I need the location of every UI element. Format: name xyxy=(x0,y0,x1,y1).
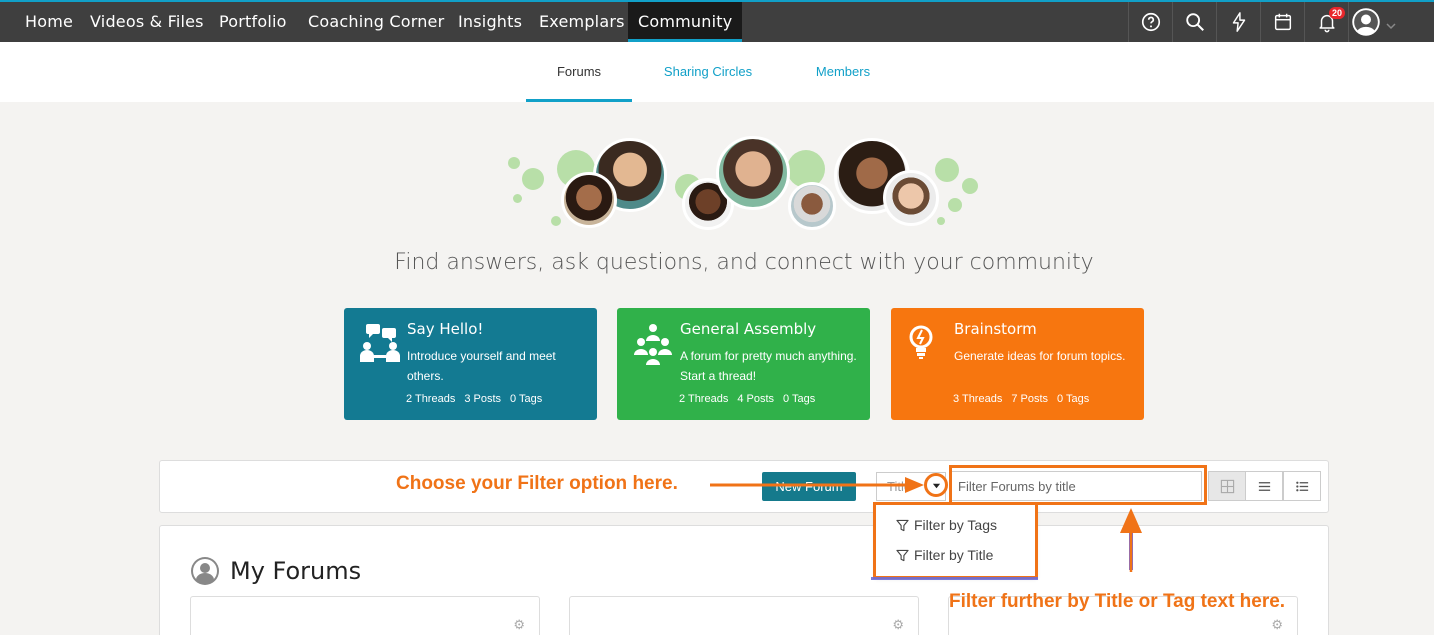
sub-navbar: Forums Sharing Circles Members xyxy=(0,42,1434,102)
threads-count: 3 Threads xyxy=(953,393,1003,405)
forum-card-brainstorm[interactable]: Brainstorm Generate ideas for forum topi… xyxy=(891,308,1144,420)
annotation-filter-option: Choose your Filter option here. xyxy=(396,473,678,494)
new-forum-button[interactable]: New Forum xyxy=(762,472,856,501)
caret-down-icon xyxy=(932,483,940,488)
group-icon xyxy=(634,324,672,365)
card-title: Say Hello! xyxy=(407,320,484,338)
calendar-icon xyxy=(1274,13,1291,31)
notification-badge: 20 xyxy=(1329,7,1346,19)
card-stats: 2 Threads 3 Posts 0 Tags xyxy=(406,393,551,405)
filter-selected-value: Title xyxy=(887,479,912,494)
grid-view-button[interactable] xyxy=(1208,471,1246,501)
posts-count: 7 Posts xyxy=(1011,393,1049,405)
activity-button[interactable] xyxy=(1216,2,1260,42)
card-description: Introduce yourself and meet others. xyxy=(407,349,556,383)
gear-icon[interactable]: ⚙ xyxy=(1271,617,1283,633)
grid-icon xyxy=(1220,479,1234,493)
user-menu-button[interactable] xyxy=(1348,2,1408,42)
card-description: A forum for pretty much anything. Start … xyxy=(680,349,857,383)
avatar-icon xyxy=(1352,8,1380,36)
tags-count: 0 Tags xyxy=(510,393,543,405)
nav-videos-files[interactable]: Videos & Files xyxy=(90,2,204,42)
my-forums-heading: My Forums xyxy=(230,557,362,585)
lightning-icon xyxy=(1232,12,1245,32)
list-view-button[interactable] xyxy=(1245,471,1283,501)
tab-sharing-circles[interactable]: Sharing Circles xyxy=(650,42,766,102)
search-icon xyxy=(1185,13,1204,31)
member-photo xyxy=(788,182,836,230)
help-button[interactable] xyxy=(1128,2,1172,42)
notifications-button[interactable]: 20 xyxy=(1304,2,1348,42)
lightbulb-icon xyxy=(909,325,933,359)
threads-count: 2 Threads xyxy=(679,393,729,405)
nav-community[interactable]: Community xyxy=(628,2,743,42)
card-title: Brainstorm xyxy=(954,320,1037,338)
top-navbar: Home Videos & Files Portfolio Coaching C… xyxy=(0,0,1434,42)
member-photo xyxy=(716,136,790,210)
chat-people-icon xyxy=(360,324,400,362)
threads-count: 2 Threads xyxy=(406,393,456,405)
nav-home[interactable]: Home xyxy=(25,2,73,42)
forum-tile[interactable]: ⚙ xyxy=(190,596,540,635)
tab-members[interactable]: Members xyxy=(800,42,886,102)
tags-count: 0 Tags xyxy=(1057,393,1090,405)
tags-count: 0 Tags xyxy=(783,393,816,405)
card-stats: 3 Threads 7 Posts 0 Tags xyxy=(953,393,1098,405)
annotation-filter-text: Filter further by Title or Tag text here… xyxy=(949,591,1286,612)
nav-portfolio[interactable]: Portfolio xyxy=(219,2,287,42)
gear-icon[interactable]: ⚙ xyxy=(513,617,525,633)
filter-dropdown-toggle[interactable] xyxy=(924,473,948,497)
hero-tagline: Find answers, ask questions, and connect… xyxy=(394,250,1094,275)
calendar-button[interactable] xyxy=(1260,2,1304,42)
tab-forums[interactable]: Forums xyxy=(526,42,632,102)
card-title: General Assembly xyxy=(680,320,817,338)
posts-count: 3 Posts xyxy=(464,393,502,405)
list-icon xyxy=(1258,481,1270,491)
nav-insights[interactable]: Insights xyxy=(458,2,522,42)
filter-input-highlight xyxy=(949,465,1207,505)
forum-card-general-assembly[interactable]: General Assembly A forum for pretty much… xyxy=(617,308,870,420)
forum-tile[interactable]: ⚙ xyxy=(569,596,919,635)
nav-coaching-corner[interactable]: Coaching Corner xyxy=(308,2,444,42)
member-photo xyxy=(561,172,617,228)
forum-card-say-hello[interactable]: Say Hello! Introduce yourself and meet o… xyxy=(344,308,597,420)
highlight-shadow xyxy=(871,577,1038,580)
card-stats: 2 Threads 4 Posts 0 Tags xyxy=(679,393,824,405)
help-icon xyxy=(1141,12,1160,32)
dropdown-highlight xyxy=(873,502,1038,579)
gear-icon[interactable]: ⚙ xyxy=(892,617,904,633)
detail-list-view-button[interactable] xyxy=(1283,471,1321,501)
card-description: Generate ideas for forum topics. xyxy=(954,349,1126,363)
search-button[interactable] xyxy=(1172,2,1216,42)
chevron-down-icon xyxy=(1386,23,1396,30)
user-avatar-icon xyxy=(191,557,219,585)
member-photo xyxy=(883,170,939,226)
bullet-list-icon xyxy=(1295,481,1308,491)
nav-exemplars[interactable]: Exemplars xyxy=(539,2,625,42)
posts-count: 4 Posts xyxy=(737,393,775,405)
